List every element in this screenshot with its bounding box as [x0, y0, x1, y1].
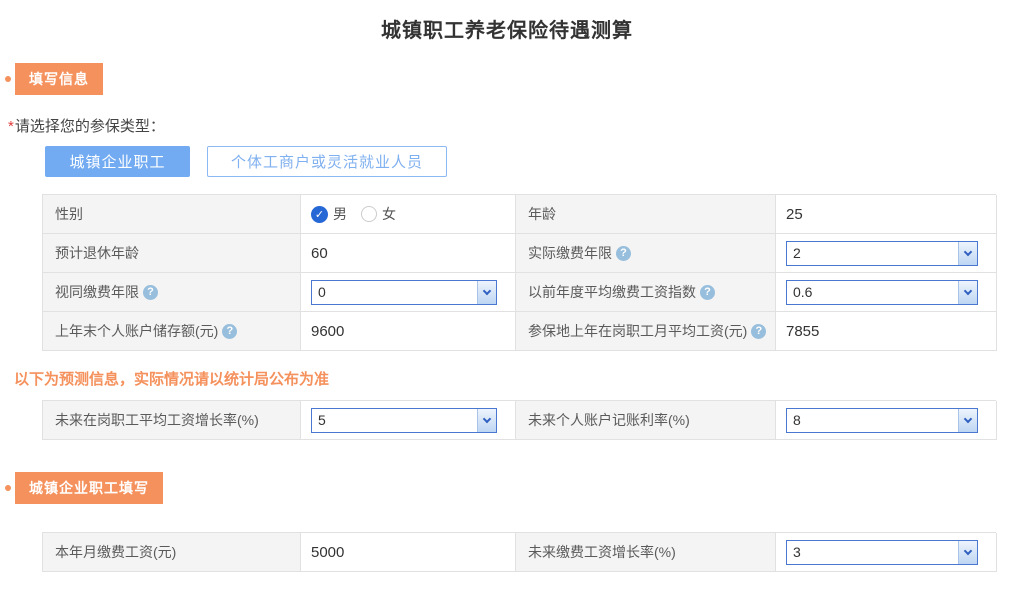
age-value: 25 [776, 195, 997, 234]
help-icon[interactable]: ? [700, 284, 715, 300]
retire-age-label: 预计退休年龄 [43, 234, 301, 273]
paid-years-select[interactable]: 2 [786, 240, 978, 266]
fill-info-badge: 填写信息 [15, 63, 103, 95]
table-row: 上年末个人账户储存额(元) ? 9600 参保地上年在岗职工月平均工资(元) ?… [43, 312, 997, 351]
basic-info-table: 性别 ✓ 男 女 年龄 25 预计退休年龄 60 实际缴费年限 ? 2 视同缴费… [42, 194, 997, 351]
future-wage-growth-field: 3 [776, 533, 997, 572]
table-row: 本年月缴费工资(元) 5000 未来缴费工资增长率(%) 3 [43, 533, 997, 572]
wage-growth-select[interactable]: 5 [311, 407, 497, 433]
account-balance-value: 9600 [301, 312, 516, 351]
page-title: 城镇职工养老保险待遇测算 [381, 20, 633, 42]
account-rate-select[interactable]: 8 [786, 407, 978, 433]
future-wage-growth-select[interactable]: 3 [786, 539, 978, 565]
paid-years-label: 实际缴费年限 ? [516, 234, 776, 273]
insure-type-label-text: 请选择您的参保类型： [14, 118, 165, 135]
dropdown-arrow-icon [958, 241, 977, 265]
check-icon: ✓ [314, 208, 325, 221]
age-label: 年龄 [516, 195, 776, 234]
wage-index-select[interactable]: 0.6 [786, 279, 978, 305]
deemed-years-label: 视同缴费年限 ? [43, 273, 301, 312]
wage-growth-field: 5 [301, 401, 516, 440]
wage-growth-label: 未来在岗职工平均工资增长率(%) [43, 401, 301, 440]
gender-radio-group: ✓ 男 女 [311, 204, 396, 224]
dropdown-arrow-icon [477, 280, 496, 304]
table-row: 预计退休年龄 60 实际缴费年限 ? 2 [43, 234, 997, 273]
help-icon[interactable]: ? [751, 323, 767, 339]
male-radio[interactable]: ✓ [311, 205, 328, 223]
gender-label: 性别 [43, 195, 301, 234]
table-row: 视同缴费年限 ? 0 以前年度平均缴费工资指数 ? 0.6 [43, 273, 997, 312]
monthly-wage-value: 5000 [301, 533, 516, 572]
account-rate-label: 未来个人账户记账利率(%) [516, 401, 776, 440]
monthly-wage-label: 本年月缴费工资(元) [43, 533, 301, 572]
type-button-self-employed[interactable]: 个体工商户或灵活就业人员 [207, 146, 447, 177]
local-avg-wage-label: 参保地上年在岗职工月平均工资(元) ? [516, 312, 776, 351]
account-rate-field: 8 [776, 401, 997, 440]
male-radio-label: 男 [333, 206, 347, 222]
insure-type-label: *请选择您的参保类型： [8, 115, 1014, 136]
forecast-table: 未来在岗职工平均工资增长率(%) 5 未来个人账户记账利率(%) 8 [42, 400, 997, 440]
section-fill-info: 填写信息 [0, 63, 1014, 95]
paid-years-field: 2 [776, 234, 997, 273]
gender-field: ✓ 男 女 [301, 195, 516, 234]
required-mark: * [8, 118, 14, 135]
female-radio-label: 女 [382, 206, 396, 222]
wage-index-label: 以前年度平均缴费工资指数 ? [516, 273, 776, 312]
retire-age-value: 60 [301, 234, 516, 273]
deemed-years-field: 0 [301, 273, 516, 312]
future-wage-growth-label: 未来缴费工资增长率(%) [516, 533, 776, 572]
help-icon[interactable]: ? [222, 323, 238, 339]
type-button-enterprise-employee[interactable]: 城镇企业职工 [45, 146, 190, 177]
section-bullet-icon [5, 485, 11, 491]
table-row: 性别 ✓ 男 女 年龄 25 [43, 195, 997, 234]
table-row: 未来在岗职工平均工资增长率(%) 5 未来个人账户记账利率(%) 8 [43, 401, 997, 440]
local-avg-wage-value: 7855 [776, 312, 997, 351]
section-bullet-icon [5, 76, 11, 82]
dropdown-arrow-icon [958, 280, 977, 304]
wage-index-field: 0.6 [776, 273, 997, 312]
forecast-note: 以下为预测信息，实际情况请以统计局公布为准 [14, 371, 330, 388]
help-icon[interactable]: ? [143, 284, 158, 300]
company-fill-badge: 城镇企业职工填写 [15, 472, 163, 504]
dropdown-arrow-icon [958, 408, 977, 432]
company-fill-table: 本年月缴费工资(元) 5000 未来缴费工资增长率(%) 3 [42, 532, 997, 572]
insure-type-buttons: 城镇企业职工 个体工商户或灵活就业人员 [45, 146, 1014, 177]
female-radio[interactable] [361, 206, 377, 222]
account-balance-label: 上年末个人账户储存额(元) ? [43, 312, 301, 351]
section-company-fill: 城镇企业职工填写 [0, 472, 1014, 504]
dropdown-arrow-icon [958, 540, 977, 564]
help-icon[interactable]: ? [616, 245, 631, 261]
deemed-years-select[interactable]: 0 [311, 279, 497, 305]
dropdown-arrow-icon [477, 408, 496, 432]
